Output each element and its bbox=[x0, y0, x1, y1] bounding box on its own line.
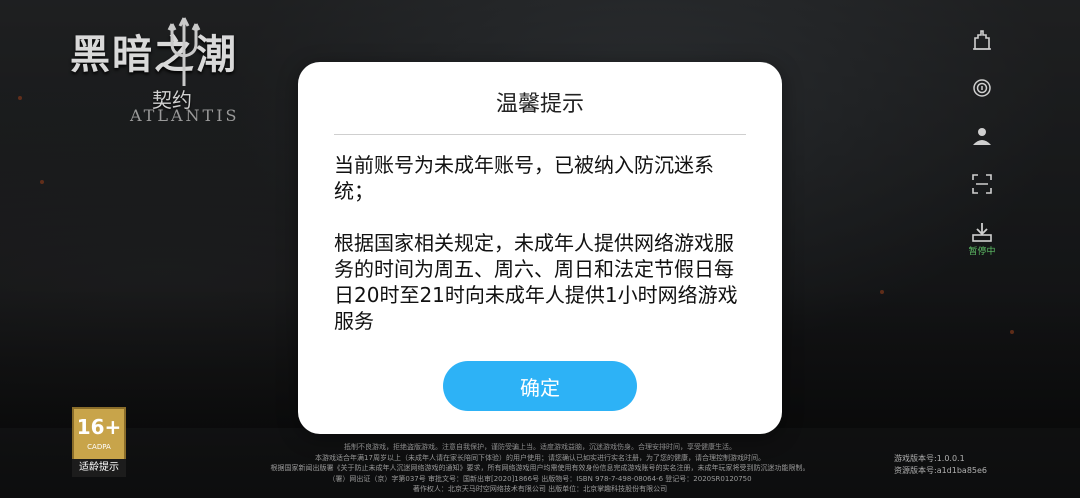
game-launcher-screen: 黑暗之潮 契约 ATLANTIS 暂停中 16+ CADPA 适龄提示 抵制不良 bbox=[0, 0, 1080, 498]
version-info: 游戏版本号:1.0.0.1 资源版本号:a1d1ba85e6 bbox=[894, 453, 987, 477]
castle-icon[interactable] bbox=[968, 26, 996, 54]
game-logo: 黑暗之潮 契约 ATLANTIS bbox=[68, 14, 288, 129]
logo-english: ATLANTIS bbox=[130, 106, 240, 125]
dialog-divider bbox=[334, 134, 746, 135]
age-rating-org: CADPA bbox=[87, 443, 111, 451]
legal-notice: 抵制不良游戏，拒绝盗版游戏。注意自我保护，谨防受骗上当。适度游戏益脑，沉迷游戏伤… bbox=[230, 442, 850, 495]
fingerprint-icon[interactable] bbox=[968, 74, 996, 102]
dialog-message-rules: 根据国家相关规定，未成年人提供网络游戏服务的时间为周五、周六、周日和法定节假日每… bbox=[334, 231, 738, 333]
download-status-label: 暂停中 bbox=[968, 247, 996, 257]
trident-icon bbox=[167, 17, 201, 86]
logo-title: 黑暗之潮 bbox=[70, 31, 238, 78]
anti-addiction-dialog: 温馨提示 当前账号为未成年账号，已被纳入防沉迷系统； 根据国家相关规定，未成年人… bbox=[298, 62, 782, 434]
game-version: 游戏版本号:1.0.0.1 bbox=[894, 454, 965, 463]
legal-line: 抵制不良游戏，拒绝盗版游戏。注意自我保护，谨防受骗上当。适度游戏益脑，沉迷游戏伤… bbox=[344, 443, 736, 451]
legal-line: （署）网出证（京）字第037号 审批文号：国新出审[2020]1866号 出版物… bbox=[328, 474, 752, 483]
legal-line: 本游戏适合年满17周岁以上（未成年人请在家长陪同下体验）的用户使用；请您确认已如… bbox=[315, 453, 765, 462]
age-rating-tip: 适龄提示 bbox=[72, 459, 126, 477]
dialog-message-account: 当前账号为未成年账号，已被纳入防沉迷系统； bbox=[334, 153, 714, 203]
resource-version: 资源版本号:a1d1ba85e6 bbox=[894, 466, 988, 475]
age-rating-number: 16+ bbox=[76, 415, 122, 439]
legal-line: 根据国家新闻出版署《关于防止未成年人沉迷网络游戏的通知》要求，所有网络游戏用户均… bbox=[270, 464, 810, 472]
user-gear-icon[interactable] bbox=[968, 122, 996, 150]
age-rating-badge: 16+ CADPA 适龄提示 bbox=[72, 407, 126, 477]
download-icon[interactable] bbox=[968, 218, 996, 246]
dialog-title: 温馨提示 bbox=[495, 92, 584, 117]
confirm-button[interactable]: 确定 bbox=[443, 361, 637, 411]
scan-icon[interactable] bbox=[968, 170, 996, 198]
legal-line: 著作权人：北京天马时空网络技术有限公司 出版单位：北京掌趣科技股份有限公司 bbox=[412, 485, 668, 493]
